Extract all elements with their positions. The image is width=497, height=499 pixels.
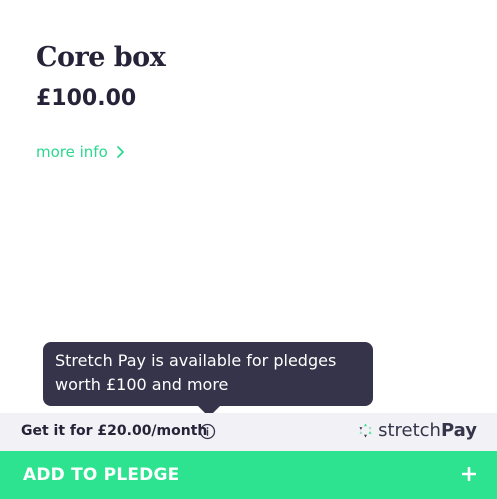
reward-card: Core box £100.00 more info Stretch Pay i… [0,0,497,499]
stretchpay-tooltip: Stretch Pay is available for pledges wor… [43,342,373,417]
reward-title: Core box [36,42,166,73]
add-to-pledge-button[interactable]: ADD TO PLEDGE [0,451,497,499]
stretchpay-logo-icon [359,423,372,438]
brand-suffix: Pay [440,420,477,441]
chevron-right-icon [116,146,124,158]
more-info-label: more info [36,143,108,161]
installment-strip: Get it for £20.00/month stretch Pay [0,413,497,451]
installment-text: Get it for £20.00/month [21,423,208,439]
stretchpay-brand: stretch Pay [357,420,477,441]
brand-prefix: stretch [378,420,441,441]
reward-price: £100.00 [36,86,137,111]
more-info-link[interactable]: more info [36,143,125,161]
tooltip-line-1: Stretch Pay is available for pledges [55,351,337,370]
plus-icon [462,467,476,481]
add-to-pledge-label: ADD TO PLEDGE [23,465,180,485]
tooltip-line-2: worth £100 and more [55,375,229,394]
info-icon[interactable] [199,423,216,440]
